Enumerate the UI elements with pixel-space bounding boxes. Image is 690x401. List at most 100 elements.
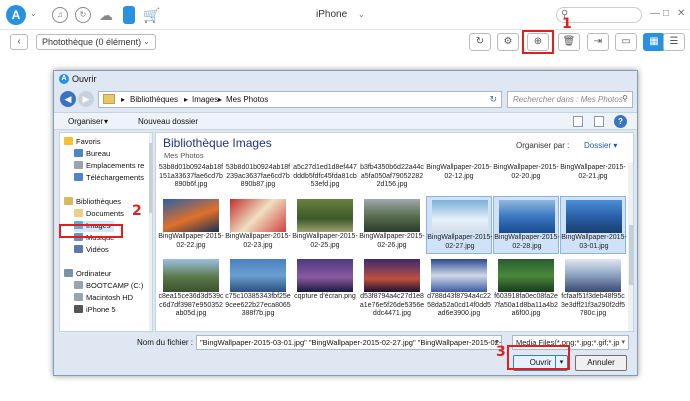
chevron-down-icon: ⌄ <box>143 37 150 46</box>
file-item[interactable]: BingWallpaper-2015-02-20.jpg <box>493 164 559 194</box>
new-folder-button[interactable]: Nouveau dossier <box>138 117 198 126</box>
file-item[interactable]: d788d43f8794a4c2258da52a0cd14f0dd5ad6e39… <box>426 256 492 317</box>
file-item[interactable]: BingWallpaper-2015-02-23.jpg <box>225 196 291 254</box>
recent-places-icon <box>74 161 83 169</box>
refresh-button[interactable]: ↻ <box>469 33 491 51</box>
file-item[interactable]: b3fb4350b6d22a44ca5fa050af790522822d156.… <box>359 164 425 194</box>
cloud-icon[interactable]: ☁ <box>98 7 114 23</box>
address-bar[interactable]: ▸ Bibliothèques ▸ Images ▸ Mes Photos ↻ <box>98 91 502 108</box>
arrange-by-select[interactable]: Dossier ▾ <box>584 141 617 150</box>
file-area: Bibliothèque Images Mes Photos Organiser… <box>155 132 634 332</box>
chevron-down-icon[interactable]: ⌄ <box>30 9 37 18</box>
nav-videos[interactable]: Vidéos <box>74 245 109 256</box>
file-item[interactable]: BingWallpaper-2015-02-28.jpg <box>493 196 560 254</box>
nav-recent[interactable]: Emplacements re <box>74 161 144 172</box>
dialog-title: Ouvrir <box>72 74 97 84</box>
grid-view-button[interactable]: ▦ <box>643 33 665 51</box>
file-thumbnail <box>230 259 286 292</box>
minimize-icon[interactable]: — <box>650 8 660 19</box>
file-item[interactable]: f603918fa0ec08fa2e7fa50a1d8ba11a4b2a6f00… <box>493 256 559 317</box>
file-item[interactable]: a5c27d1ed1d8ef447dddb5fdfc45fda81cb53efd… <box>292 164 358 194</box>
callout-1: 1 <box>562 16 572 32</box>
file-thumbnail <box>364 259 420 292</box>
file-item[interactable]: cqpture d'écran.png <box>292 256 358 316</box>
breadcrumb-my-photos[interactable]: Mes Photos <box>226 95 268 104</box>
file-thumbnail <box>498 259 554 292</box>
chevron-down-icon[interactable]: ⌄ <box>358 10 365 19</box>
library-icon <box>64 197 73 205</box>
music-icon[interactable]: ♫ <box>52 7 68 23</box>
file-item[interactable]: c75c10385343fbf25e9cee622b27eca8065388f7… <box>225 256 291 317</box>
file-item[interactable]: c8ea15ce36d3d539cc6d7df3987e950352ab05d.… <box>158 256 224 317</box>
drive-icon <box>74 293 83 301</box>
device-phone-icon[interactable] <box>123 6 135 24</box>
address-row: ◀ ▶ ▸ Bibliothèques ▸ Images ▸ Mes Photo… <box>54 88 637 110</box>
file-thumbnail <box>432 200 488 233</box>
device-title[interactable]: iPhone <box>316 9 347 20</box>
file-thumbnail <box>565 259 621 292</box>
file-item[interactable]: 53b8d01b0924ab18f239ac3637fae6cd7b890b87… <box>225 164 291 194</box>
nav-favorites[interactable]: Favoris <box>64 137 101 148</box>
help-icon[interactable]: ? <box>614 115 627 128</box>
delete-button[interactable]: 🗑 <box>558 33 580 51</box>
breadcrumb-images[interactable]: Images <box>192 95 218 104</box>
nav-computer[interactable]: Ordinateur <box>64 269 111 280</box>
file-thumbnail <box>566 200 622 233</box>
organize-button[interactable]: Organiser <box>68 117 103 126</box>
filename-value: "BingWallpaper-2015-03-01.jpg" "BingWall… <box>200 338 502 347</box>
chevron-down-icon: ▾ <box>104 117 109 126</box>
file-item[interactable]: BingWallpaper-2015-02-12.jpg <box>426 164 492 194</box>
nav-downloads[interactable]: Téléchargements <box>74 173 144 184</box>
album-select[interactable]: Photothèque (0 élément) ⌄ <box>36 34 156 50</box>
filename-input[interactable]: "BingWallpaper-2015-03-01.jpg" "BingWall… <box>196 335 502 350</box>
highlight-images <box>59 224 123 238</box>
dialog-search-input[interactable]: Rechercher dans : Mes Photos ⚲ <box>507 91 633 108</box>
file-item[interactable]: BingWallpaper-2015-02-21.jpg <box>560 164 626 194</box>
album-select-label: Photothèque (0 élément) <box>42 37 142 47</box>
scrollbar-thumb[interactable] <box>149 143 152 213</box>
file-item[interactable]: BingWallpaper-2015-02-27.jpg <box>426 196 493 254</box>
file-thumbnail <box>297 199 353 232</box>
scrollbar-thumb[interactable] <box>629 225 633 285</box>
nav-scrollbar[interactable] <box>149 133 152 331</box>
file-item[interactable]: BingWallpaper-2015-02-22.jpg <box>158 196 224 254</box>
dialog-title-bar: A Ouvrir <box>54 71 637 87</box>
maximize-icon[interactable]: □ <box>663 8 669 19</box>
file-item[interactable]: fcfaaf51f3deb48f95c3e3dff21f3a290f2df578… <box>560 256 626 317</box>
star-icon <box>64 137 73 145</box>
settings-button[interactable]: ⚙ <box>497 33 519 51</box>
to-computer-button[interactable]: ▭ <box>615 33 637 51</box>
cancel-button[interactable]: Annuler <box>575 355 627 371</box>
file-item[interactable]: BingWallpaper-2015-02-25.jpg <box>292 196 358 254</box>
back-arrow-icon[interactable]: ◀ <box>60 91 76 107</box>
export-button[interactable]: ⇥ <box>587 33 609 51</box>
file-item[interactable]: BingWallpaper-2015-02-26.jpg <box>359 196 425 254</box>
app-logo-icon: A <box>59 74 69 84</box>
nav-desktop[interactable]: Bureau <box>74 149 110 160</box>
close-icon[interactable]: ✕ <box>677 8 685 19</box>
file-item[interactable]: 53b8d01b0924ab18f151a33637fae6cd7b890b6f… <box>158 164 224 194</box>
nav-iphone[interactable]: iPhone 5 <box>74 305 116 316</box>
preview-pane-icon[interactable] <box>594 116 604 127</box>
history-icon[interactable]: ↻ <box>75 7 91 23</box>
file-thumbnail <box>163 199 219 232</box>
file-thumbnail <box>230 199 286 232</box>
nav-bootcamp[interactable]: BOOTCAMP (C:) <box>74 281 143 292</box>
chevron-down-icon: ▾ <box>621 339 625 346</box>
nav-libraries[interactable]: Bibliothèques <box>64 197 121 208</box>
file-item[interactable]: BingWallpaper-2015-03-01.jpg <box>560 196 627 254</box>
dialog-search-placeholder: Rechercher dans : Mes Photos <box>513 95 623 104</box>
refresh-icon[interactable]: ↻ <box>489 94 497 105</box>
list-view-button[interactable]: ☰ <box>663 33 685 51</box>
cart-icon[interactable]: 🛒 <box>143 7 160 23</box>
breadcrumb-libraries[interactable]: Bibliothèques <box>130 95 178 104</box>
file-scrollbar[interactable] <box>628 163 633 331</box>
nav-documents[interactable]: Documents <box>74 209 124 220</box>
app-logo-icon[interactable]: A <box>6 5 26 25</box>
file-item[interactable]: d53f8794a4c27d1e8a1e76e5f26de5356eddc447… <box>359 256 425 317</box>
back-button[interactable]: ‹ <box>10 34 28 50</box>
filename-label: Nom du fichier : <box>137 338 194 347</box>
forward-arrow-icon[interactable]: ▶ <box>78 91 94 107</box>
view-options-icon[interactable] <box>573 116 583 127</box>
nav-macintosh[interactable]: Macintosh HD <box>74 293 133 304</box>
